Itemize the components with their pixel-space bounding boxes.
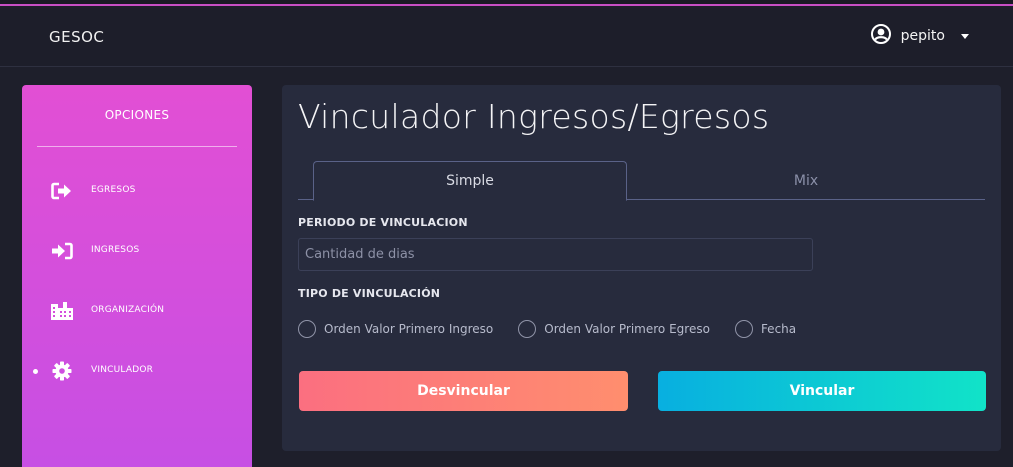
radio-label: Orden Valor Primero Egreso bbox=[544, 322, 710, 336]
sidebar: OPCIONES EGRESOS INGRESOS ORGANIZACIÓN V… bbox=[22, 85, 252, 467]
unlink-button[interactable]: Desvincular bbox=[299, 371, 628, 411]
sidebar-item-label: EGRESOS bbox=[91, 185, 136, 195]
sidebar-item-vinculador[interactable]: VINCULADOR bbox=[22, 356, 252, 386]
building-icon bbox=[50, 300, 74, 322]
main-card: Vinculador Ingresos/Egresos Simple Mix P… bbox=[282, 85, 1001, 451]
radio-circle-icon[interactable] bbox=[298, 320, 316, 338]
tab-bar: Simple Mix bbox=[298, 161, 985, 201]
sign-out-icon bbox=[50, 180, 74, 202]
link-type-radio-group: Orden Valor Primero Ingreso Orden Valor … bbox=[298, 319, 821, 339]
radio-label: Orden Valor Primero Ingreso bbox=[324, 322, 494, 336]
top-accent-line bbox=[0, 0, 1013, 6]
type-label: TIPO DE VINCULACIÓN bbox=[298, 287, 441, 300]
brand-logo[interactable]: GESOC bbox=[49, 28, 104, 46]
radio-orden-ingreso[interactable]: Orden Valor Primero Ingreso bbox=[298, 320, 493, 338]
sidebar-item-egresos[interactable]: EGRESOS bbox=[22, 176, 252, 206]
radio-circle-icon[interactable] bbox=[734, 320, 753, 338]
sidebar-item-label: ORGANIZACIÓN bbox=[91, 305, 165, 315]
sign-in-icon bbox=[50, 240, 74, 262]
period-label: PERIODO DE VINCULACION bbox=[298, 216, 468, 229]
top-navbar: GESOC pepito bbox=[0, 8, 1013, 66]
sidebar-item-ingresos[interactable]: INGRESOS bbox=[22, 236, 252, 266]
tab-simple[interactable]: Simple bbox=[313, 161, 627, 201]
sidebar-divider bbox=[37, 146, 237, 147]
link-button[interactable]: Vincular bbox=[658, 371, 986, 411]
sidebar-title: OPCIONES bbox=[104, 108, 170, 122]
sidebar-item-organizacion[interactable]: ORGANIZACIÓN bbox=[22, 296, 252, 326]
user-name: pepito bbox=[900, 28, 945, 44]
user-circle-icon bbox=[870, 24, 891, 48]
sidebar-item-label: INGRESOS bbox=[91, 245, 140, 255]
gear-icon bbox=[50, 360, 74, 382]
user-menu[interactable]: pepito bbox=[870, 24, 969, 48]
active-bullet bbox=[33, 369, 38, 374]
radio-fecha[interactable]: Fecha bbox=[734, 320, 797, 338]
navbar-divider bbox=[0, 66, 1013, 67]
radio-circle-icon[interactable] bbox=[518, 320, 537, 338]
caret-down-icon[interactable] bbox=[961, 33, 969, 39]
radio-orden-egreso[interactable]: Orden Valor Primero Egreso bbox=[518, 320, 710, 338]
tab-mix[interactable]: Mix bbox=[627, 161, 985, 200]
radio-label: Fecha bbox=[760, 322, 797, 336]
page-title: Vinculador Ingresos/Egresos bbox=[298, 97, 770, 136]
sidebar-item-label: VINCULADOR bbox=[91, 365, 154, 375]
days-input[interactable] bbox=[298, 238, 813, 271]
